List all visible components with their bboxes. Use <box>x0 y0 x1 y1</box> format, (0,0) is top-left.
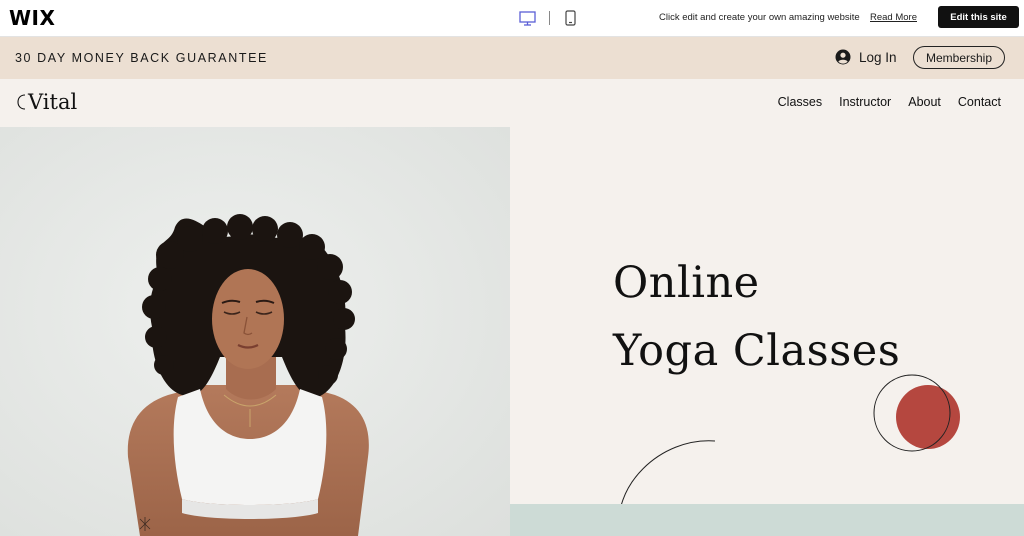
device-toggle <box>518 9 579 27</box>
hero-title-line1: Online <box>613 258 760 308</box>
brand-mark-icon <box>17 94 26 110</box>
user-icon <box>835 49 851 65</box>
wix-promo-text: Click edit and create your own amazing w… <box>659 12 860 23</box>
hero-content: Online Yoga Classes <box>510 127 1024 536</box>
wix-toolbar: WIX Click edit and create your own amazi… <box>0 0 1024 37</box>
hero-title: Online Yoga Classes <box>613 249 900 385</box>
main-nav: Classes Instructor About Contact <box>761 95 1001 109</box>
read-more-link[interactable]: Read More <box>870 12 917 23</box>
brand-name: Vital <box>28 90 78 114</box>
hero-title-line2: Yoga Classes <box>613 326 901 376</box>
nav-about[interactable]: About <box>908 95 941 109</box>
accent-circle <box>896 385 960 449</box>
edit-site-button[interactable]: Edit this site <box>938 6 1019 28</box>
wix-logo[interactable]: WIX <box>9 6 55 30</box>
hero-image <box>0 127 510 536</box>
desktop-view-icon[interactable] <box>518 9 536 27</box>
site-header: Vital Classes Instructor About Contact <box>0 79 1024 127</box>
membership-button[interactable]: Membership <box>913 46 1005 69</box>
login-button[interactable]: Log In <box>835 49 897 65</box>
login-label: Log In <box>859 49 897 65</box>
nav-instructor[interactable]: Instructor <box>839 95 891 109</box>
nav-classes[interactable]: Classes <box>778 95 822 109</box>
device-separator <box>549 11 550 25</box>
woman-meditating-photo <box>0 127 510 536</box>
nav-contact[interactable]: Contact <box>958 95 1001 109</box>
mobile-view-icon[interactable] <box>561 9 579 27</box>
guarantee-text: 30 DAY MONEY BACK GUARANTEE <box>15 51 268 65</box>
brand-logo[interactable]: Vital <box>17 90 77 114</box>
announcement-bar: 30 DAY MONEY BACK GUARANTEE Log In Membe… <box>0 37 1024 79</box>
teal-band <box>510 504 1024 536</box>
